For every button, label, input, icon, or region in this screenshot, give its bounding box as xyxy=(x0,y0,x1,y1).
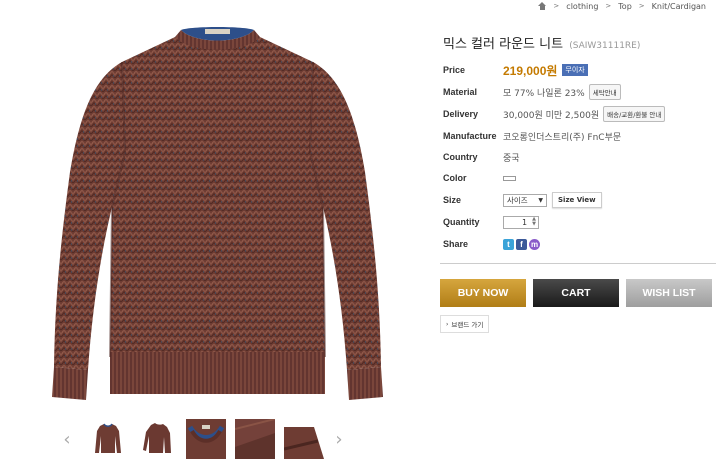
shipping-return-guide-button[interactable]: 배송/교환/환불 안내 xyxy=(603,106,666,122)
country-label: Country xyxy=(443,152,478,162)
size-view-button[interactable]: Size View xyxy=(552,192,602,208)
interest-free-badge: 무이자 xyxy=(562,64,588,76)
thumbnail-image[interactable] xyxy=(186,419,226,459)
delivery-row: Delivery 30,000원 미만 2,500원 배송/교환/환불 안내 xyxy=(443,105,666,123)
size-label: Size xyxy=(443,195,462,205)
price-value: 219,000원 xyxy=(503,63,558,78)
cart-button[interactable]: CART xyxy=(533,279,619,307)
material-label: Material xyxy=(443,87,478,97)
breadcrumb-separator: > xyxy=(605,2,612,10)
divider xyxy=(440,263,716,264)
breadcrumb-item-clothing[interactable]: clothing xyxy=(566,2,598,11)
country-row: Country 중국 xyxy=(443,148,520,166)
manufacture-label: Manufacture xyxy=(443,131,497,141)
chevron-left-icon: ‹ xyxy=(63,428,71,450)
product-code: (SAIW31111RE) xyxy=(569,41,641,51)
manufacture-value: 코오롱인더스트리(주) FnC부문 xyxy=(503,132,622,143)
twitter-icon[interactable]: t xyxy=(503,238,514,250)
color-swatch[interactable] xyxy=(503,175,516,181)
facebook-icon[interactable]: f xyxy=(516,238,527,250)
thumbnail-prev-button[interactable]: ‹ xyxy=(60,428,74,450)
wish-list-button[interactable]: WISH LIST xyxy=(626,279,712,307)
chevron-down-icon: ▼ xyxy=(538,196,543,204)
chevron-right-icon: › xyxy=(446,320,449,328)
material-value: 모 77% 나일론 23% xyxy=(503,88,585,99)
size-select-value: 사이즈 xyxy=(507,195,528,205)
thumbnail-strip: ‹ › xyxy=(60,414,360,464)
buy-now-button[interactable]: BUY NOW xyxy=(440,279,526,307)
breadcrumb: > clothing > Top > Knit/Cardigan xyxy=(538,0,706,12)
thumbnail-next-button[interactable]: › xyxy=(332,428,346,450)
breadcrumb-item-knit-cardigan[interactable]: Knit/Cardigan xyxy=(652,2,706,11)
country-value: 중국 xyxy=(503,153,520,164)
size-row: Size 사이즈 ▼ Size View xyxy=(443,191,602,209)
product-main-image xyxy=(52,27,383,400)
product-title: 믹스 컬러 라운드 니트 (SAIW31111RE) xyxy=(443,33,640,52)
thumbnail-image[interactable] xyxy=(88,419,128,459)
quantity-row: Quantity 1 ▲ ▼ xyxy=(443,213,539,231)
size-select[interactable]: 사이즈 ▼ xyxy=(503,193,547,207)
thumbnail-image[interactable] xyxy=(284,419,324,459)
material-row: Material 모 77% 나일론 23% 세탁안내 xyxy=(443,83,621,101)
brand-link-label: 브랜드 가기 xyxy=(451,321,484,329)
thumbnail-image[interactable] xyxy=(235,419,275,459)
chevron-right-icon: › xyxy=(335,428,343,450)
color-row: Color xyxy=(443,169,516,187)
share-label: Share xyxy=(443,239,469,249)
manufacture-row: Manufacture 코오롱인더스트리(주) FnC부문 xyxy=(443,127,621,145)
delivery-value: 30,000원 미만 2,500원 xyxy=(503,110,600,121)
purchase-actions: BUY NOW CART WISH LIST xyxy=(440,279,712,307)
share-row: Share t f m xyxy=(443,235,540,253)
color-label: Color xyxy=(443,173,467,183)
quantity-label: Quantity xyxy=(443,217,480,227)
quantity-down-icon[interactable]: ▼ xyxy=(532,222,536,227)
breadcrumb-separator: > xyxy=(638,2,645,10)
quantity-value: 1 xyxy=(522,217,528,227)
quantity-stepper[interactable]: 1 ▲ ▼ xyxy=(503,215,539,229)
me2day-icon[interactable]: m xyxy=(529,238,540,250)
brand-link-button[interactable]: › 브랜드 가기 xyxy=(440,315,490,333)
washing-guide-button[interactable]: 세탁안내 xyxy=(588,84,621,100)
home-icon[interactable] xyxy=(538,1,547,11)
price-label: Price xyxy=(443,65,466,75)
breadcrumb-item-top[interactable]: Top xyxy=(618,2,632,11)
price-row: Price 219,000원 무이자 xyxy=(443,61,588,79)
thumbnail-image[interactable] xyxy=(137,419,177,459)
breadcrumb-separator: > xyxy=(553,2,560,10)
delivery-label: Delivery xyxy=(443,109,479,119)
product-name: 믹스 컬러 라운드 니트 xyxy=(443,37,564,52)
